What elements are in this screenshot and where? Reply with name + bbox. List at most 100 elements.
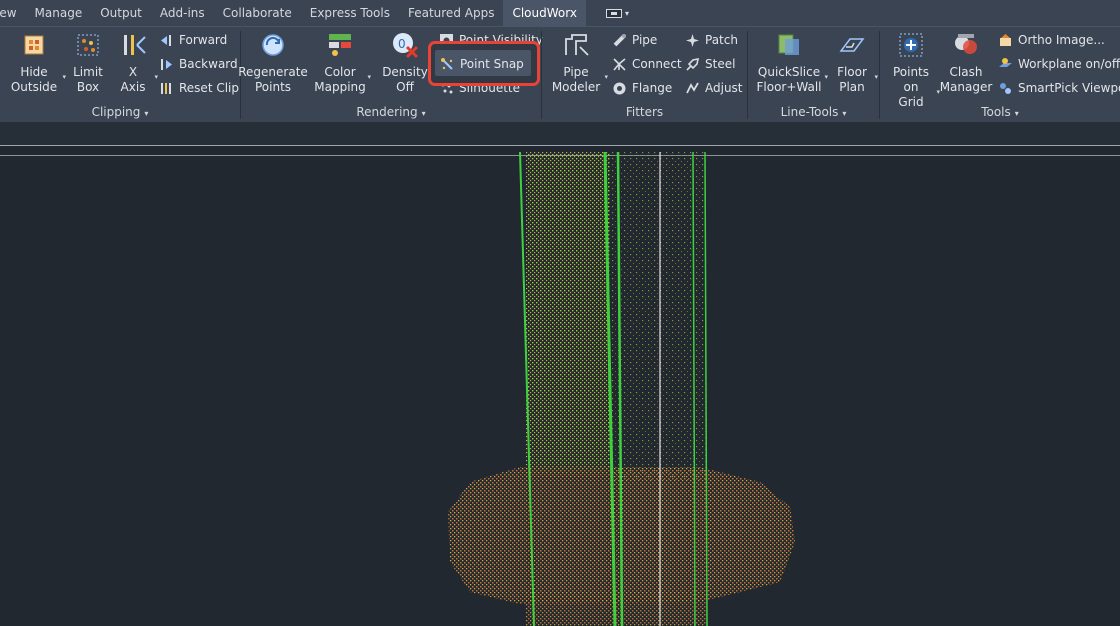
x-axis-label: X Axis bbox=[120, 65, 146, 94]
clash-manager-button[interactable]: Clash Manager bbox=[939, 31, 993, 95]
pipe-button[interactable]: Pipe bbox=[612, 30, 657, 50]
smartpick-viewport-button[interactable]: SmartPick Viewport bbox=[998, 78, 1120, 98]
panel-tools-title[interactable]: Tools ▾ bbox=[880, 103, 1120, 123]
tab-output[interactable]: Output bbox=[91, 0, 151, 26]
backward-button[interactable]: Backward bbox=[159, 54, 238, 74]
pipe-modeler-button[interactable]: Pipe Modeler ▾ bbox=[551, 31, 608, 95]
panel-tools-label: Tools bbox=[981, 105, 1011, 119]
patch-icon bbox=[686, 33, 699, 47]
forward-icon bbox=[161, 34, 171, 46]
panel-fitters: Pipe Modeler ▾ Pipe Connect Flange Patch… bbox=[542, 27, 747, 123]
reset-clip-button[interactable]: Reset Clip bbox=[159, 78, 239, 98]
ortho-image-button[interactable]: Ortho Image... bbox=[998, 30, 1105, 50]
backward-icon bbox=[161, 58, 172, 70]
chevron-down-icon: ▾ bbox=[824, 73, 828, 81]
tab-cloudworx[interactable]: CloudWorx bbox=[503, 0, 586, 26]
clash-manager-label: Clash Manager bbox=[939, 65, 993, 94]
tab-view[interactable]: iew bbox=[0, 0, 26, 26]
chevron-down-icon: ▾ bbox=[604, 73, 608, 81]
panel-rendering-label: Rendering bbox=[356, 105, 418, 119]
color-mapping-icon bbox=[329, 34, 351, 56]
chevron-down-icon: ▾ bbox=[62, 73, 66, 81]
points-on-grid-button[interactable]: Points on Grid ▾ bbox=[890, 31, 940, 110]
tab-collaborate[interactable]: Collaborate bbox=[214, 0, 301, 26]
ribbon: Hide Outside ▾ Limit Box X Axis ▾ Forwar… bbox=[0, 26, 1120, 122]
ortho-image-label: Ortho Image... bbox=[1018, 33, 1105, 47]
workplane-label: Workplane on/off bbox=[1018, 57, 1120, 71]
chevron-down-icon: ▾ bbox=[842, 109, 847, 118]
limit-box-label: Limit Box bbox=[73, 65, 103, 94]
reset-clip-icon bbox=[161, 82, 171, 94]
forward-button[interactable]: Forward bbox=[159, 30, 227, 50]
limit-box-icon bbox=[77, 34, 99, 56]
points-on-grid-icon bbox=[899, 33, 923, 57]
point-snap-button[interactable]: Point Snap bbox=[440, 54, 524, 74]
patch-button[interactable]: Patch bbox=[685, 30, 738, 50]
point-snap-icon bbox=[441, 57, 453, 70]
chevron-down-icon: ▾ bbox=[1014, 109, 1019, 118]
connect-button[interactable]: Connect bbox=[612, 54, 682, 74]
quickslice-label: QuickSlice Floor+Wall bbox=[756, 65, 822, 94]
x-axis-icon bbox=[124, 35, 146, 55]
panel-fitters-title: Fitters bbox=[542, 103, 747, 123]
regenerate-points-icon bbox=[262, 34, 284, 56]
forward-label: Forward bbox=[179, 33, 228, 47]
reset-clip-label: Reset Clip bbox=[179, 81, 239, 95]
x-axis-button[interactable]: X Axis ▾ bbox=[116, 31, 158, 95]
pipe-icon bbox=[613, 33, 626, 46]
limit-box-button[interactable]: Limit Box bbox=[68, 31, 108, 95]
regenerate-points-label: Regenerate Points bbox=[238, 65, 308, 94]
steel-icon bbox=[686, 57, 700, 71]
workplane-button[interactable]: Workplane on/off bbox=[998, 54, 1120, 74]
panel-fitters-label: Fitters bbox=[625, 105, 664, 119]
color-mapping-button[interactable]: Color Mapping ▾ bbox=[314, 31, 371, 95]
hide-outside-button[interactable]: Hide Outside ▾ bbox=[10, 31, 66, 95]
tab-express-tools[interactable]: Express Tools bbox=[301, 0, 399, 26]
panel-line-tools-title[interactable]: Line-Tools ▾ bbox=[748, 103, 879, 123]
window-icon bbox=[605, 8, 622, 18]
ribbon-minimize-button[interactable]: ▾ bbox=[586, 0, 629, 26]
panel-tools: Points on Grid ▾ Clash Manager Ortho Ima… bbox=[880, 27, 1120, 123]
connect-icon bbox=[613, 57, 626, 71]
smartpick-icon bbox=[1000, 82, 1011, 94]
model-viewport[interactable] bbox=[0, 122, 1120, 626]
adjust-button[interactable]: Adjust bbox=[685, 78, 743, 98]
flange-button[interactable]: Flange bbox=[612, 78, 672, 98]
density-off-icon: 0 bbox=[393, 33, 419, 59]
steel-label: Steel bbox=[705, 57, 736, 71]
flange-label: Flange bbox=[632, 81, 673, 95]
steel-button[interactable]: Steel bbox=[685, 54, 735, 74]
clash-manager-icon bbox=[955, 34, 977, 54]
svg-text:0: 0 bbox=[398, 37, 406, 51]
backward-label: Backward bbox=[179, 57, 238, 71]
color-mapping-label: Color Mapping bbox=[314, 65, 366, 94]
pipe-modeler-label: Pipe Modeler bbox=[551, 65, 601, 94]
regenerate-points-button[interactable]: Regenerate Points bbox=[238, 31, 308, 95]
connect-label: Connect bbox=[632, 57, 682, 71]
ortho-image-icon bbox=[1000, 33, 1011, 46]
chevron-down-icon: ▾ bbox=[367, 73, 371, 81]
patch-label: Patch bbox=[705, 33, 738, 47]
density-off-button[interactable]: 0 Density Off bbox=[382, 31, 428, 95]
chevron-down-icon: ▾ bbox=[874, 73, 878, 81]
flange-icon bbox=[613, 82, 626, 94]
quickslice-button[interactable]: QuickSlice Floor+Wall ▾ bbox=[756, 31, 828, 95]
floor-plan-button[interactable]: Floor Plan ▾ bbox=[834, 31, 878, 95]
point-cloud-column bbox=[526, 152, 610, 477]
quickslice-icon bbox=[778, 34, 799, 55]
adjust-label: Adjust bbox=[705, 81, 743, 95]
point-cloud-canvas[interactable] bbox=[0, 122, 1120, 626]
smartpick-label: SmartPick Viewport bbox=[1018, 81, 1120, 95]
chevron-down-icon: ▾ bbox=[154, 73, 158, 81]
panel-clipping: Hide Outside ▾ Limit Box X Axis ▾ Forwar… bbox=[0, 27, 240, 123]
panel-clipping-label: Clipping bbox=[91, 105, 141, 119]
tab-featured-apps[interactable]: Featured Apps bbox=[399, 0, 503, 26]
panel-rendering-title[interactable]: Rendering ▾ bbox=[241, 103, 541, 123]
floor-plan-label: Floor Plan bbox=[837, 65, 867, 94]
tab-add-ins[interactable]: Add-ins bbox=[151, 0, 214, 26]
panel-clipping-title[interactable]: Clipping ▾ bbox=[0, 103, 240, 123]
ribbon-tab-bar: iew Manage Output Add-ins Collaborate Ex… bbox=[0, 0, 1120, 26]
workplane-icon bbox=[999, 57, 1012, 67]
tab-manage[interactable]: Manage bbox=[26, 0, 92, 26]
pipe-modeler-icon bbox=[565, 34, 589, 56]
